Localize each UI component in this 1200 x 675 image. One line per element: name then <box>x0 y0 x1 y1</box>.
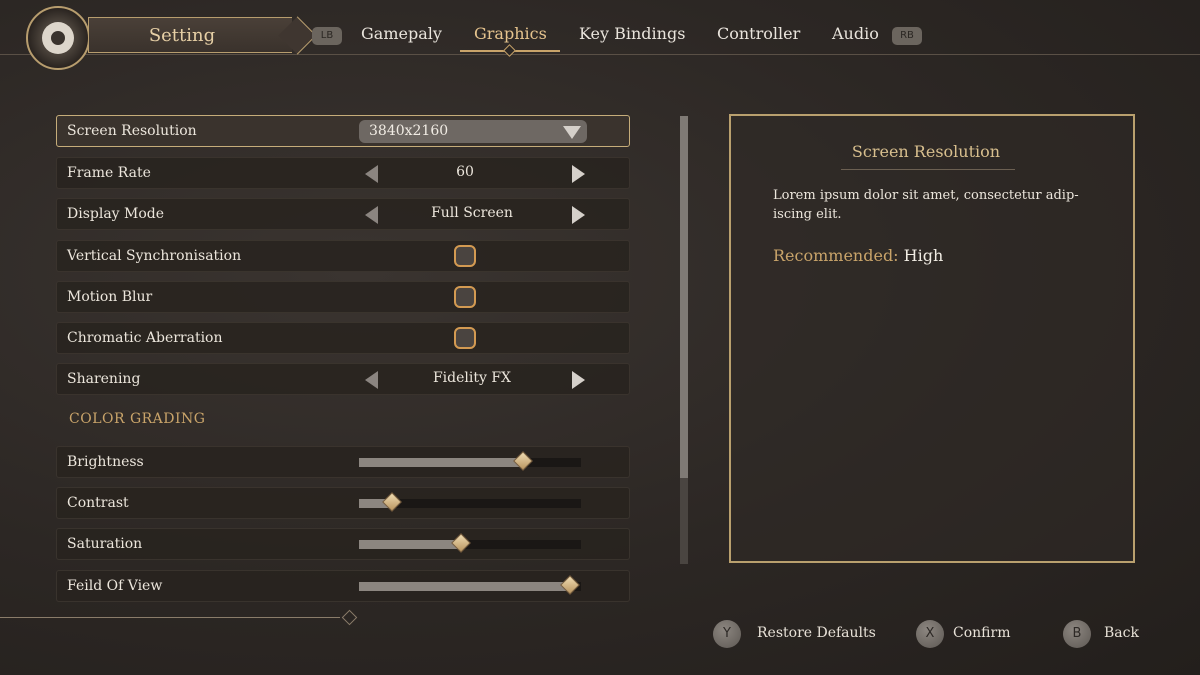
info-description: Lorem ipsum dolor sit amet, consectetur … <box>773 188 1079 222</box>
saturation-slider[interactable] <box>359 533 581 553</box>
resolution-dropdown[interactable]: 3840x2160 <box>359 120 587 143</box>
setting-label: Chromatic Aberration <box>67 330 223 346</box>
selector-value: 60 <box>456 164 474 180</box>
arrow-right-icon[interactable] <box>572 371 585 389</box>
info-title: Screen Resolution <box>851 142 1001 161</box>
confirm-button[interactable]: Confirm <box>953 625 1010 641</box>
setting-row-display-mode[interactable]: Display Mode Full Screen <box>56 198 630 230</box>
setting-row-chromatic-aberration[interactable]: Chromatic Aberration <box>56 322 630 354</box>
rb-button-badge[interactable]: RB <box>892 27 922 45</box>
setting-row-motion-blur[interactable]: Motion Blur <box>56 281 630 313</box>
section-title-color-grading: COLOR GRADING <box>69 411 206 427</box>
setting-label: Screen Resolution <box>67 123 197 139</box>
setting-label: Feild Of View <box>67 578 163 594</box>
setting-label: Saturation <box>67 536 143 552</box>
brightness-slider[interactable] <box>359 451 581 471</box>
tab-gameplay[interactable]: Gamepaly <box>361 24 442 43</box>
back-button[interactable]: Back <box>1104 625 1139 641</box>
settings-scrollbar[interactable] <box>680 116 688 564</box>
tab-controller[interactable]: Controller <box>717 24 800 43</box>
selector-value: Fidelity FX <box>432 370 512 386</box>
y-button-icon[interactable]: Y <box>713 620 741 648</box>
x-button-icon[interactable]: X <box>916 620 944 648</box>
slider-knob[interactable] <box>559 575 580 595</box>
setting-row-brightness[interactable]: Brightness <box>56 446 630 478</box>
setting-row-field-of-view[interactable]: Feild Of View <box>56 570 630 602</box>
setting-label: Frame Rate <box>67 165 151 181</box>
contrast-slider[interactable] <box>359 492 581 512</box>
arrow-right-icon[interactable] <box>572 165 585 183</box>
chevron-down-icon <box>563 126 581 139</box>
diamond-icon <box>341 609 358 626</box>
info-divider <box>841 169 1015 170</box>
setting-label: Display Mode <box>67 206 165 222</box>
info-recommended: Recommended: High <box>773 246 943 265</box>
field-of-view-slider[interactable] <box>359 575 581 595</box>
restore-defaults-button[interactable]: Restore Defaults <box>757 625 876 641</box>
tab-key-bindings[interactable]: Key Bindings <box>579 24 685 43</box>
selector-value: Full Screen <box>431 205 513 221</box>
tab-graphics[interactable]: Graphics <box>474 24 547 43</box>
slider-knob[interactable] <box>513 451 534 471</box>
page-title: Setting <box>148 25 216 46</box>
setting-label: Motion Blur <box>67 289 153 305</box>
motion-blur-checkbox[interactable] <box>454 286 476 308</box>
b-button-icon[interactable]: B <box>1063 620 1091 648</box>
setting-row-saturation[interactable]: Saturation <box>56 528 630 560</box>
dropdown-value: 3840x2160 <box>369 123 449 139</box>
tab-audio[interactable]: Audio <box>832 24 879 43</box>
chromatic-aberration-checkbox[interactable] <box>454 327 476 349</box>
slider-fill <box>359 540 462 549</box>
arrow-left-icon[interactable] <box>365 206 378 224</box>
recommended-label: Recommended: <box>773 246 899 265</box>
setting-label: Brightness <box>67 454 144 470</box>
recommended-value: High <box>903 246 944 265</box>
lb-button-badge[interactable]: LB <box>312 27 342 45</box>
setting-label: Vertical Synchronisation <box>67 248 242 264</box>
setting-label: Contrast <box>67 495 129 511</box>
arrow-right-icon[interactable] <box>572 206 585 224</box>
info-panel: Screen Resolution Lorem ipsum dolor sit … <box>729 114 1135 563</box>
title-plate: Setting <box>88 17 292 53</box>
vsync-checkbox[interactable] <box>454 245 476 267</box>
setting-row-vsync[interactable]: Vertical Synchronisation <box>56 240 630 272</box>
slider-knob[interactable] <box>382 492 403 512</box>
gear-icon <box>26 6 90 70</box>
setting-row-screen-resolution[interactable]: Screen Resolution 3840x2160 <box>56 115 630 147</box>
slider-knob[interactable] <box>451 533 472 553</box>
setting-row-contrast[interactable]: Contrast <box>56 487 630 519</box>
arrow-left-icon[interactable] <box>365 371 378 389</box>
arrow-left-icon[interactable] <box>365 165 378 183</box>
setting-row-frame-rate[interactable]: Frame Rate 60 <box>56 157 630 189</box>
setting-label: Sharening <box>67 371 141 387</box>
slider-fill <box>359 458 524 467</box>
setting-row-sharpening[interactable]: Sharening Fidelity FX <box>56 363 630 395</box>
decorative-divider <box>0 617 340 618</box>
scrollbar-thumb[interactable] <box>680 116 688 478</box>
slider-fill <box>359 582 570 591</box>
